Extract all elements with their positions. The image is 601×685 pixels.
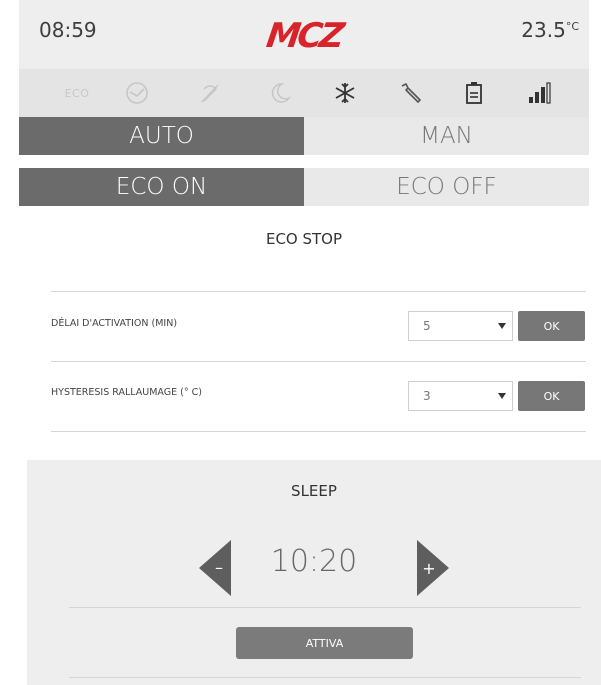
signal-icon: [521, 69, 557, 117]
brand-logo: MCZ: [263, 16, 345, 56]
snowflake-icon: [327, 69, 363, 117]
temperature-value: 23.5: [521, 18, 566, 42]
chevron-down-icon: [498, 393, 506, 399]
chevron-down-icon: [498, 323, 506, 329]
attiva-button[interactable]: ATTIVA: [236, 627, 413, 659]
temperature-display: 23.5°C: [521, 18, 579, 42]
sleep-time-display: 10:20: [270, 544, 358, 579]
sleep-panel: SLEEP – 10:20 + ATTIVA: [27, 460, 601, 685]
hysteresis-label: HYSTERESIS RALLAUMAGE (° C): [51, 387, 202, 398]
sleep-title: SLEEP: [291, 482, 337, 500]
hysteresis-ok-button[interactable]: OK: [518, 381, 585, 411]
divider: [51, 361, 586, 362]
divider: [69, 677, 581, 678]
eco-label: ECO: [64, 86, 90, 100]
divider: [51, 431, 586, 432]
eco-off-button[interactable]: ECO OFF: [304, 168, 589, 206]
divider: [69, 607, 581, 608]
activation-delay-label: DÉLAI D'ACTIVATION (MIN): [51, 318, 178, 329]
increment-arrow-button[interactable]: +: [417, 540, 449, 596]
activation-delay-value: 5: [423, 319, 431, 333]
mode-man-button[interactable]: MAN: [304, 117, 589, 155]
clock-icon: [119, 69, 155, 117]
fan-off-icon: [192, 69, 228, 117]
eco-on-button[interactable]: ECO ON: [19, 168, 304, 206]
hysteresis-value: 3: [423, 389, 431, 403]
divider: [51, 291, 586, 292]
activation-delay-ok-button[interactable]: OK: [518, 311, 585, 341]
header-bar: 08:59 MCZ 23.5°C: [19, 0, 589, 69]
tank-icon: [456, 69, 492, 117]
eco-stop-title: ECO STOP: [265, 230, 343, 248]
moon-icon: [262, 69, 298, 117]
eco-toggle: ECO ON ECO OFF: [19, 168, 589, 206]
wrench-icon: [393, 69, 429, 117]
activation-delay-select[interactable]: 5: [408, 311, 513, 341]
app-screen: 08:59 MCZ 23.5°C ECO AUTO MAN ECO ON ECO…: [0, 0, 601, 685]
status-icon-bar: ECO: [19, 69, 589, 117]
hysteresis-select[interactable]: 3: [408, 381, 513, 411]
mode-toggle: AUTO MAN: [19, 117, 589, 155]
mode-auto-button[interactable]: AUTO: [19, 117, 304, 155]
increment-sign: +: [422, 559, 435, 578]
temperature-unit: °C: [565, 20, 579, 33]
